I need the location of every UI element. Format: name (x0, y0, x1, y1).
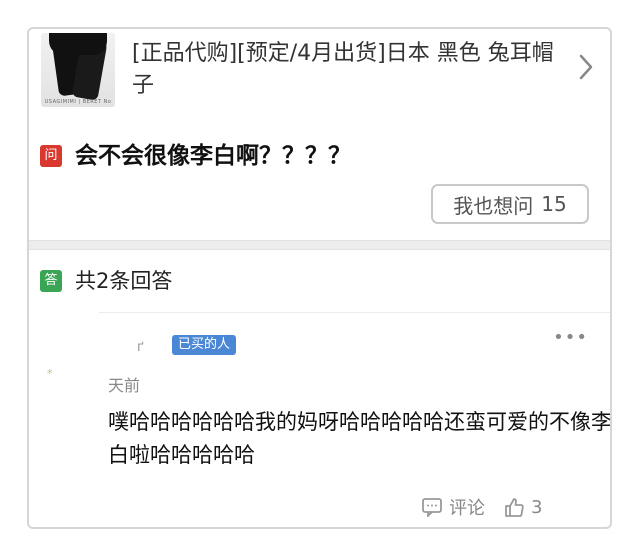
more-icon[interactable]: ••• (553, 327, 588, 348)
section-divider (29, 240, 610, 250)
comment-icon (422, 498, 442, 517)
like-button[interactable]: 3 (503, 496, 542, 518)
comment-button[interactable]: 评论 (421, 494, 485, 520)
comment-label: 评论 (449, 498, 485, 519)
product-row[interactable]: USAGIMIMI | BERET No [正品代购][预定/4月出货]日本 黑… (29, 29, 610, 119)
avatar[interactable]: ґ (137, 340, 144, 355)
me-too-ask-button[interactable]: 我也想问 15 (431, 184, 589, 224)
ask-count: 15 (541, 192, 567, 216)
decorative-mark: * (47, 367, 53, 380)
question-text: 会不会很像李白啊？？？？ (75, 143, 351, 169)
divider-line (99, 312, 610, 313)
product-title[interactable]: [正品代购][预定/4月出货]日本 黑色 兔耳帽子 (132, 38, 562, 102)
answer-time: 天前 (108, 376, 141, 395)
question-badge: 问 (40, 145, 62, 167)
ask-button-label: 我也想问 (453, 193, 534, 218)
qa-card: USAGIMIMI | BERET No [正品代购][预定/4月出货]日本 黑… (27, 27, 612, 529)
chevron-right-icon[interactable] (578, 53, 594, 81)
answer-actions: 评论 3 (421, 495, 542, 519)
like-count: 3 (531, 496, 543, 518)
answer-text: 噗哈哈哈哈哈哈我的妈呀哈哈哈哈哈还蛮可爱的不像李白啦哈哈哈哈哈 (108, 410, 612, 467)
thumbs-up-icon (505, 498, 524, 517)
thumbnail-brand-text: USAGIMIMI | BERET No (44, 99, 112, 105)
answer-count: 共2条回答 (75, 269, 173, 293)
buyer-tag: 已买的人 (172, 335, 237, 355)
product-thumbnail[interactable]: USAGIMIMI | BERET No (41, 33, 115, 107)
answer-badge: 答 (40, 270, 62, 292)
